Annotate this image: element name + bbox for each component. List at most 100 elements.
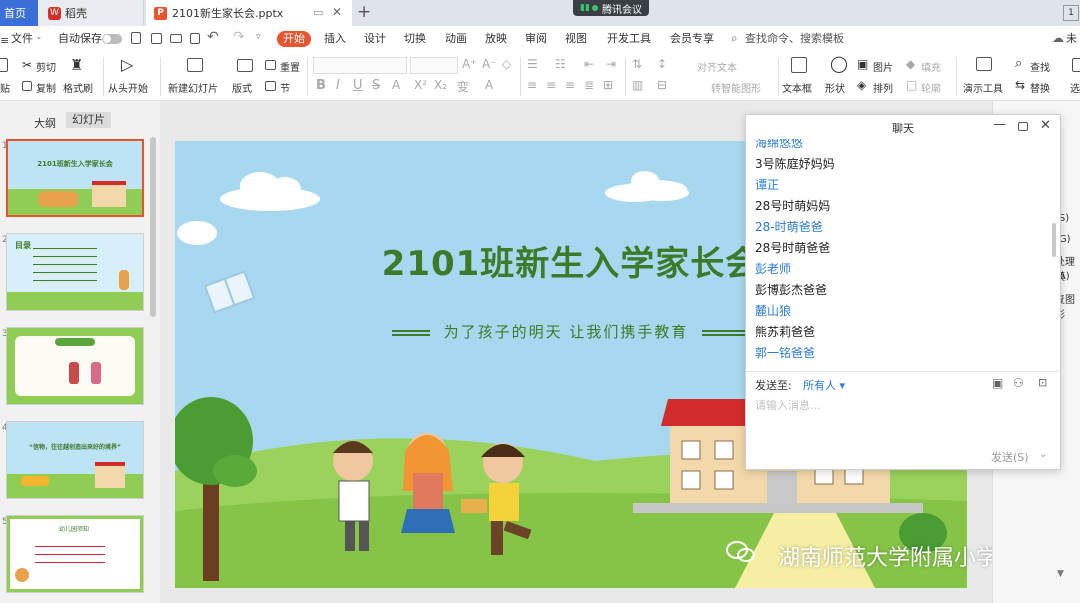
layout-button[interactable]: 版式: [232, 80, 252, 95]
section-button[interactable]: 节: [280, 80, 290, 95]
chat-user[interactable]: 28号时萌妈妈: [755, 197, 830, 214]
more-icon[interactable]: ⊡: [1038, 376, 1047, 389]
menu-transition[interactable]: 切换: [404, 31, 426, 47]
tab-document[interactable]: P 2101新生家长会.pptx ▭ ✕: [146, 0, 352, 26]
paste-button[interactable]: 贴: [0, 80, 10, 95]
scroll-down-icon[interactable]: ▼: [1057, 569, 1064, 579]
file-dropdown-icon[interactable]: ⌄: [35, 32, 43, 42]
slide-thumbnail-4[interactable]: “信物，往往越创造出来好的境界”: [6, 421, 144, 499]
chat-user[interactable]: 麓山狼: [755, 302, 791, 319]
shadow-icon[interactable]: A: [392, 78, 400, 92]
fill-button[interactable]: 填充: [921, 59, 941, 74]
pin-icon[interactable]: ▭: [313, 6, 323, 19]
menu-view[interactable]: 视图: [565, 31, 587, 47]
tab-home[interactable]: 首页: [0, 0, 38, 26]
increase-indent-icon[interactable]: ⇥: [606, 57, 616, 71]
chat-user[interactable]: 28号时萌爸爸: [755, 239, 830, 256]
distribute-icon[interactable]: ⊞: [603, 78, 613, 92]
numbered-list-icon[interactable]: ☷: [555, 57, 566, 71]
tab-outline[interactable]: 大纲: [34, 115, 56, 131]
text-direction-icon[interactable]: ⇅: [632, 57, 642, 71]
font-size-select[interactable]: [410, 57, 458, 74]
clear-format-icon[interactable]: ◇: [502, 57, 511, 71]
shape-button[interactable]: 形状: [825, 80, 845, 95]
chat-user[interactable]: 熊苏莉爸爸: [755, 323, 815, 340]
superscript-icon[interactable]: X²: [414, 78, 427, 92]
replace-button[interactable]: 替换: [1030, 80, 1050, 95]
tencent-meeting-bar[interactable]: ▮▮ 腾讯会议: [573, 0, 649, 16]
menu-file[interactable]: 文件: [11, 31, 33, 47]
slide-thumbnail-3[interactable]: [6, 327, 144, 405]
autosave-toggle[interactable]: [102, 34, 122, 44]
justify-icon[interactable]: ≣: [584, 78, 594, 92]
cloud-doc-icon[interactable]: [131, 32, 141, 44]
underline-icon[interactable]: U: [353, 78, 363, 93]
command-search[interactable]: 查找命令、搜索模板: [745, 31, 844, 47]
quick-access-dropdown-icon[interactable]: ▿: [256, 32, 261, 42]
print-preview-icon[interactable]: [190, 33, 200, 44]
grow-font-icon[interactable]: A⁺: [462, 57, 477, 71]
picture-button[interactable]: 图片: [873, 59, 893, 74]
paste-icon[interactable]: [0, 58, 8, 72]
maximize-icon[interactable]: [1018, 122, 1028, 131]
menu-developer[interactable]: 开发工具: [607, 31, 651, 47]
menu-slideshow[interactable]: 放映: [485, 31, 507, 47]
bold-icon[interactable]: B: [316, 78, 326, 93]
line-spacing-icon[interactable]: ↕: [657, 57, 667, 71]
undo-icon[interactable]: ↶: [207, 29, 219, 45]
send-button[interactable]: 发送(S): [991, 449, 1029, 465]
menu-design[interactable]: 设计: [364, 31, 386, 47]
font-name-select[interactable]: [313, 57, 407, 74]
find-button[interactable]: 查找: [1030, 59, 1050, 74]
send-options-icon[interactable]: ⌄: [1039, 449, 1047, 460]
convert-smartart-button[interactable]: 转智能图形: [711, 80, 761, 95]
save-icon[interactable]: [151, 33, 162, 44]
chat-user[interactable]: 3号陈庭妤妈妈: [755, 155, 835, 172]
format-painter-button[interactable]: 格式刷: [63, 80, 93, 95]
menu-insert[interactable]: 插入: [324, 31, 346, 47]
paragraph-icon[interactable]: ⊟: [657, 78, 667, 92]
tab-close-icon[interactable]: ✕: [332, 5, 342, 19]
copy-button[interactable]: 复制: [36, 80, 56, 95]
phonetic-icon[interactable]: 变: [457, 78, 469, 95]
menu-review[interactable]: 审阅: [525, 31, 547, 47]
reset-button[interactable]: 重置: [280, 59, 300, 74]
chat-user[interactable]: 海绵悠悠: [755, 139, 803, 151]
menu-icon[interactable]: ≡: [0, 34, 9, 47]
align-left-icon[interactable]: ≡: [527, 78, 537, 92]
message-input[interactable]: 请输入消息...: [755, 397, 821, 413]
align-center-icon[interactable]: ≡: [546, 78, 556, 92]
strikethrough-icon[interactable]: S: [372, 78, 380, 93]
new-slide-button[interactable]: 新建幻灯片: [168, 80, 218, 95]
redo-icon[interactable]: ↷: [233, 29, 245, 45]
image-icon[interactable]: ▣: [992, 376, 1003, 390]
chat-user[interactable]: 彭老师: [755, 260, 791, 277]
send-to-select[interactable]: 所有人 ▾: [803, 377, 845, 393]
columns-icon[interactable]: ▥: [632, 78, 643, 92]
chat-titlebar[interactable]: 聊天 — ✕: [746, 115, 1060, 139]
chat-scrollbar[interactable]: [1052, 223, 1056, 257]
slide-thumbnail-1[interactable]: 2101班新生入学家长会: [6, 139, 144, 217]
slides-scrollbar[interactable]: [150, 137, 156, 317]
align-text-button[interactable]: 对齐文本: [697, 59, 737, 74]
tab-daoke[interactable]: W 稻壳: [38, 0, 144, 26]
minimize-icon[interactable]: —: [993, 117, 1006, 132]
print-icon[interactable]: [170, 34, 182, 43]
people-icon[interactable]: ⚇: [1013, 376, 1024, 390]
menu-member[interactable]: 会员专享: [670, 31, 714, 47]
menu-animation[interactable]: 动画: [445, 31, 467, 47]
chat-user[interactable]: 郭一铭爸爸: [755, 344, 815, 361]
window-badge[interactable]: 1: [1063, 5, 1079, 21]
chat-close-icon[interactable]: ✕: [1040, 118, 1051, 133]
bullet-list-icon[interactable]: ☰: [527, 57, 538, 71]
new-tab-icon[interactable]: +: [357, 2, 371, 22]
font-color-icon[interactable]: A: [485, 78, 493, 92]
align-right-icon[interactable]: ≡: [565, 78, 575, 92]
slide-thumbnail-2[interactable]: 目录: [6, 233, 144, 311]
decrease-indent-icon[interactable]: ⇤: [584, 57, 594, 71]
arrange-button[interactable]: 排列: [873, 80, 893, 95]
tab-slides[interactable]: 幻灯片: [66, 112, 111, 128]
shrink-font-icon[interactable]: A⁻: [482, 57, 497, 71]
presentation-tools-button[interactable]: 演示工具: [963, 80, 1003, 95]
slide-thumbnail-5[interactable]: 幼儿园须知: [6, 515, 144, 593]
